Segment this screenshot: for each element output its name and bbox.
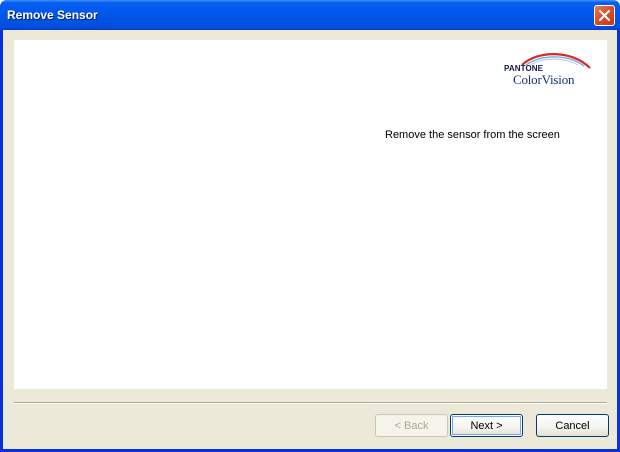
back-button[interactable]: < Back [375, 414, 448, 437]
cancel-button[interactable]: Cancel [536, 414, 609, 437]
close-button[interactable] [594, 5, 615, 26]
logo-colorvision-text: ColorVision [513, 72, 575, 87]
content-panel: PANTONE ColorVision Remove the sensor fr… [14, 40, 607, 389]
pantone-colorvision-logo: PANTONE ColorVision [502, 52, 594, 94]
next-button[interactable]: Next > [450, 414, 523, 437]
dialog-window: Remove Sensor PANTONE ColorVision Remove… [0, 0, 620, 452]
window-title: Remove Sensor [7, 8, 98, 22]
close-icon [599, 10, 610, 21]
instruction-text: Remove the sensor from the screen [385, 129, 560, 141]
title-bar[interactable]: Remove Sensor [0, 0, 620, 30]
separator [14, 402, 607, 404]
